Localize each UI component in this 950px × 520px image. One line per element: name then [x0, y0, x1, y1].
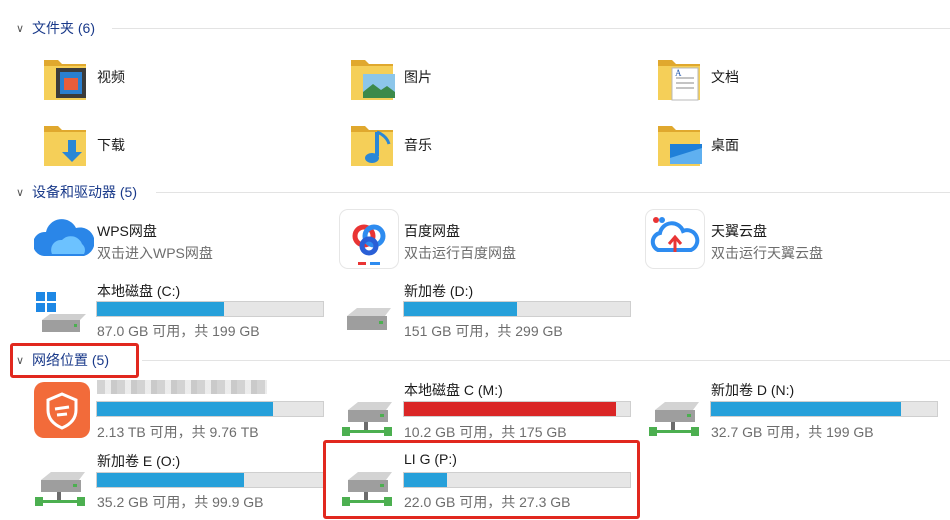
item-subtitle: 双击运行天翼云盘	[711, 245, 823, 261]
folder-label-desktop[interactable]: 桌面	[711, 135, 739, 155]
item-title[interactable]: WPS网盘	[97, 221, 157, 241]
usage-bar	[96, 472, 324, 488]
group-header-devices[interactable]: ∨ 设备和驱动器 (5)	[16, 181, 137, 203]
item-subtitle: 双击进入WPS网盘	[97, 245, 213, 261]
network-drive-icon[interactable]	[33, 466, 91, 510]
baidu-netdisk-icon[interactable]	[340, 210, 398, 268]
item-title[interactable]: 本地磁盘 C (M:)	[404, 380, 503, 400]
network-drive-icon[interactable]	[340, 466, 398, 510]
item-subtitle: 10.2 GB 可用，共 175 GB	[404, 424, 567, 440]
folder-label-video[interactable]: 视频	[97, 67, 125, 87]
network-drive-icon[interactable]	[340, 396, 398, 440]
divider	[142, 360, 950, 361]
documents-folder-icon: A	[658, 60, 700, 101]
usage-bar	[403, 301, 631, 317]
folder-label-music[interactable]: 音乐	[404, 135, 432, 155]
folder-label-pictures[interactable]: 图片	[404, 67, 432, 87]
usage-bar-fill	[404, 473, 447, 487]
item-subtitle: 35.2 GB 可用，共 99.9 GB	[97, 494, 264, 510]
usage-bar-fill	[404, 402, 617, 416]
item-title[interactable]: 新加卷 (D:)	[404, 281, 473, 301]
usage-bar-fill	[97, 402, 274, 416]
shield-app-icon[interactable]	[34, 382, 90, 438]
chevron-down-icon: ∨	[16, 354, 25, 367]
item-subtitle: 151 GB 可用，共 299 GB	[404, 323, 563, 339]
group-title: 设备和驱动器 (5)	[32, 184, 137, 200]
usage-bar	[710, 401, 938, 417]
usage-bar-fill	[404, 302, 517, 316]
music-folder-icon	[351, 126, 393, 166]
divider	[112, 28, 950, 29]
redacted-title	[97, 380, 267, 394]
item-title[interactable]: 本地磁盘 (C:)	[97, 281, 180, 301]
item-title[interactable]: 新加卷 E (O:)	[97, 451, 180, 471]
item-title[interactable]: LI G (P:)	[404, 451, 457, 467]
network-drive-icon[interactable]	[647, 396, 705, 440]
usage-bar-fill	[711, 402, 901, 416]
desktop-folder-icon	[658, 126, 702, 166]
item-subtitle: 22.0 GB 可用，共 27.3 GB	[404, 494, 571, 510]
item-title[interactable]: 天翼云盘	[711, 221, 767, 241]
item-subtitle: 87.0 GB 可用，共 199 GB	[97, 323, 260, 339]
svg-text:A: A	[675, 68, 682, 78]
chevron-down-icon: ∨	[16, 22, 25, 35]
drive-icon[interactable]	[341, 300, 397, 340]
divider	[156, 192, 950, 193]
usage-bar	[403, 472, 631, 488]
group-header-network[interactable]: ∨ 网络位置 (5)	[16, 349, 109, 371]
group-header-folders[interactable]: ∨ 文件夹 (6)	[16, 17, 95, 39]
usage-bar-fill	[97, 302, 224, 316]
item-subtitle: 32.7 GB 可用，共 199 GB	[711, 424, 874, 440]
folder-label-documents[interactable]: 文档	[711, 67, 739, 87]
item-subtitle: 2.13 TB 可用，共 9.76 TB	[97, 424, 259, 440]
video-folder-icon	[44, 60, 86, 100]
group-title: 文件夹 (6)	[32, 20, 95, 36]
usage-bar	[403, 401, 631, 417]
usage-bar	[96, 401, 324, 417]
chevron-down-icon: ∨	[16, 186, 25, 199]
usage-bar-fill	[97, 473, 244, 487]
item-subtitle: 双击运行百度网盘	[404, 245, 516, 261]
tianyi-cloud-icon[interactable]	[646, 210, 704, 268]
pictures-folder-icon	[351, 60, 395, 100]
wps-cloud-icon[interactable]	[34, 214, 94, 262]
item-title[interactable]: 百度网盘	[404, 221, 460, 241]
usage-bar	[96, 301, 324, 317]
folder-label-downloads[interactable]: 下载	[97, 135, 125, 155]
group-title: 网络位置 (5)	[32, 352, 109, 368]
item-title[interactable]: 新加卷 D (N:)	[711, 380, 794, 400]
windows-drive-icon[interactable]	[34, 290, 90, 338]
downloads-folder-icon	[44, 126, 86, 166]
